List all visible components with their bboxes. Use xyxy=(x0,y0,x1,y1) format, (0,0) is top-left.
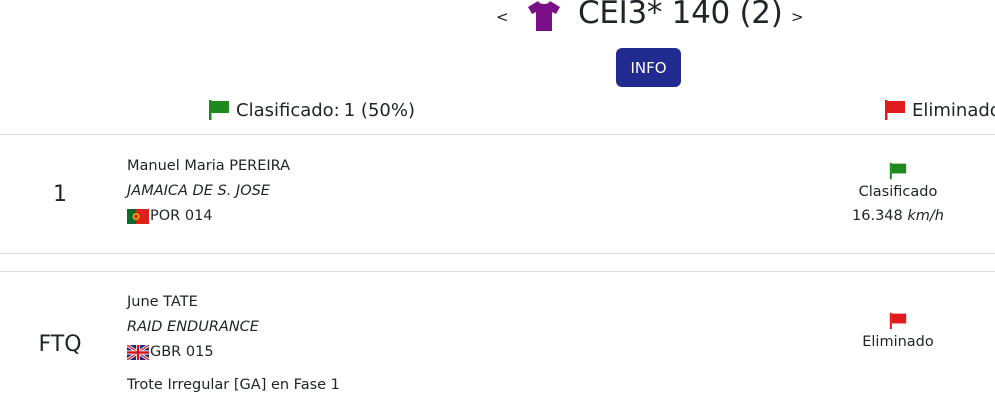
prev-class-button[interactable]: < xyxy=(496,8,509,26)
classified-summary: Clasificado: 1 (50%) xyxy=(208,99,415,121)
horse-name[interactable]: RAID ENDURANCE xyxy=(127,315,340,340)
nation: GBR 015 xyxy=(127,340,340,365)
page-title: CEI3* 140 (2) xyxy=(578,0,783,31)
nation: POR 014 xyxy=(127,204,290,229)
result-row-1-status: Clasificado 16.348 km/h xyxy=(838,158,958,228)
result-row-2-entry: June TATE RAID ENDURANCE GBR 015 Trote I… xyxy=(127,290,340,398)
shirt-icon xyxy=(528,1,560,31)
rank-2: FTQ xyxy=(38,332,82,357)
speed-unit: km/h xyxy=(907,208,944,224)
speed-value: 16.348 xyxy=(852,208,903,224)
status-text: Eliminado xyxy=(862,334,934,350)
rank-1: 1 xyxy=(53,182,67,207)
next-class-button[interactable]: > xyxy=(791,8,804,26)
eliminated-summary: Eliminado xyxy=(884,99,995,121)
portugal-flag-icon xyxy=(127,209,149,224)
speed: 16.348 km/h xyxy=(838,204,958,228)
result-row-1-entry: Manuel Maria PEREIRA JAMAICA DE S. JOSE … xyxy=(127,154,290,229)
elimination-reason: Trote Irregular [GA] en Fase 1 xyxy=(127,377,340,393)
uk-flag-icon xyxy=(127,345,149,360)
green-flag-icon xyxy=(209,100,229,120)
red-flag-icon xyxy=(889,312,907,330)
red-flag-icon xyxy=(885,100,905,120)
divider xyxy=(0,134,995,135)
results-header: < CEI3* 140 (2) > xyxy=(0,0,995,50)
classified-label: Clasificado: xyxy=(236,99,340,121)
eliminated-label: Eliminado xyxy=(912,99,995,121)
classified-count: 1 (50%) xyxy=(343,99,415,121)
horse-name[interactable]: JAMAICA DE S. JOSE xyxy=(127,179,290,204)
info-button[interactable]: INFO xyxy=(616,48,681,87)
status-text: Clasificado xyxy=(858,184,938,200)
nation-code: GBR 015 xyxy=(150,344,214,360)
divider xyxy=(0,271,995,272)
rider-name[interactable]: Manuel Maria PEREIRA xyxy=(127,154,290,179)
green-flag-icon xyxy=(889,162,907,180)
nation-code: POR 014 xyxy=(150,208,213,224)
result-row-2-status: Eliminado xyxy=(838,308,958,354)
rider-name[interactable]: June TATE xyxy=(127,290,340,315)
divider xyxy=(0,253,995,254)
